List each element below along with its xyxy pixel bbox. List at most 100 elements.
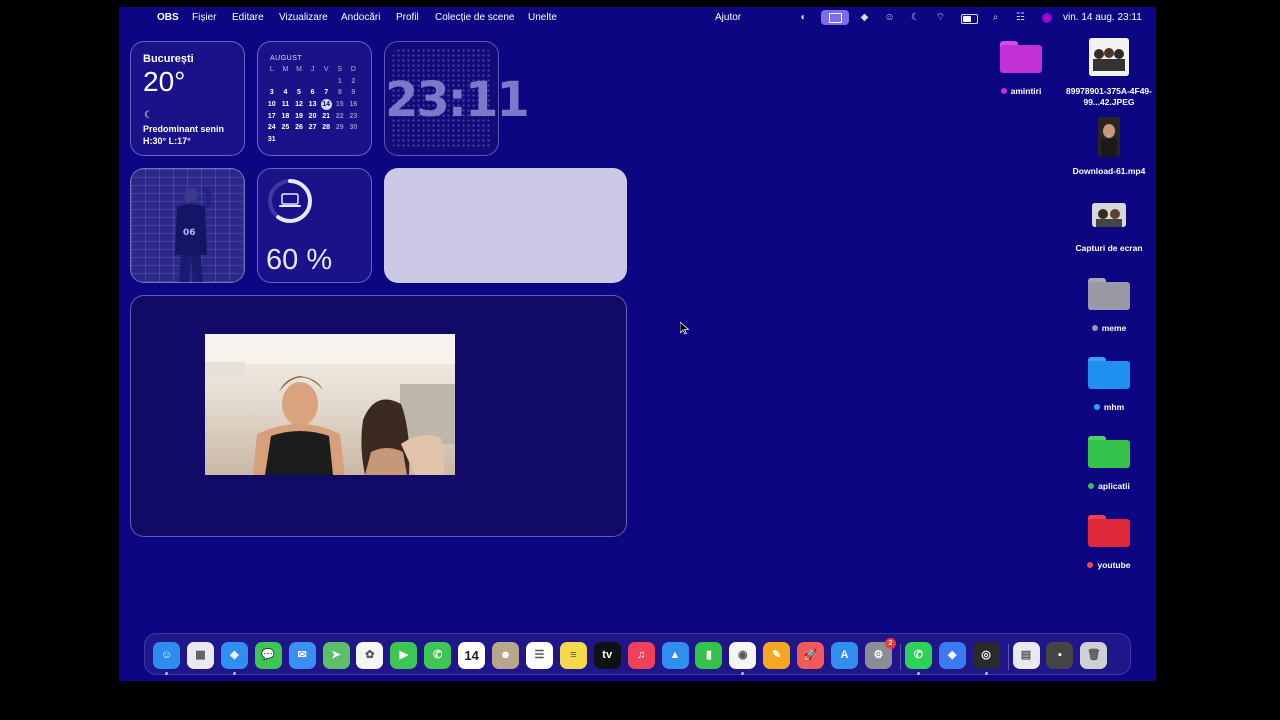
desktop-file-video[interactable]: Download-61.mp4	[1064, 117, 1154, 177]
apple-tv-icon[interactable]: tv	[593, 642, 621, 669]
contacts-icon[interactable]: ☻	[492, 642, 519, 669]
clock-widget[interactable]: 23:11	[384, 41, 530, 156]
desktop-icon-label: mhm	[1103, 402, 1125, 412]
tag-dot	[1091, 325, 1098, 331]
calendar-weekday: V	[323, 66, 329, 74]
calendar-day: 3	[269, 89, 274, 97]
music-icon[interactable]: ♫	[627, 642, 655, 669]
calendar-day: 13	[308, 101, 317, 109]
desktop-folder-aplicatii[interactable]: aplicatii	[1064, 436, 1154, 492]
calendar-day: 9	[351, 89, 356, 97]
bluetooth-icon[interactable]: ◆	[858, 12, 871, 23]
downloads-stack-icon[interactable]: ▪	[1046, 642, 1074, 669]
pages-icon[interactable]: ✎	[763, 642, 791, 669]
running-indicator	[984, 672, 988, 675]
calendar-grid: L M M J V S D 1 2 3 4 5 6 7 8 9 10 11 12 13 14 15 16 17 18 19 20 21…	[265, 64, 360, 145]
safari-icon[interactable]: ◈	[220, 642, 248, 669]
calendar-icon[interactable]: 14	[458, 642, 486, 669]
siri-icon[interactable]	[1042, 13, 1052, 23]
desktop-folder-meme[interactable]: meme	[1064, 278, 1154, 334]
wifi-icon[interactable]: ⌔	[934, 12, 947, 23]
tag-dot	[1088, 483, 1095, 489]
dock-separator	[899, 644, 901, 670]
launchpad-icon[interactable]: ▦	[186, 642, 214, 669]
desktop-file-jpeg[interactable]: 89978901-375A-4F49-99...42.JPEG	[1064, 38, 1154, 108]
photos-icon[interactable]: ✿	[356, 642, 384, 669]
calendar-day	[333, 134, 347, 146]
screen-share-icon[interactable]	[821, 10, 849, 25]
document-stack-icon[interactable]: ▤	[1012, 642, 1040, 669]
calendar-month: AUGUST	[270, 55, 303, 62]
menu-docks[interactable]: Andocări	[341, 12, 380, 23]
desktop-folder-youtube[interactable]: youtube	[1064, 515, 1154, 571]
calendar-day: 25	[281, 124, 290, 132]
facetime-icon[interactable]: ▶	[390, 642, 418, 669]
camera-preview-widget[interactable]	[130, 295, 627, 537]
system-settings-icon[interactable]: ⚙ 2	[864, 638, 896, 669]
menu-scene-collection[interactable]: Colecție de scene	[435, 12, 515, 23]
menu-view[interactable]: Vizualizare	[279, 12, 328, 23]
avatar-icon[interactable]: ☺	[883, 12, 896, 23]
blank-widget[interactable]	[384, 168, 627, 283]
menu-edit[interactable]: Editare	[232, 12, 264, 23]
menu-bar: OBS Fișier Editare Vizualizare Andocări …	[119, 7, 1156, 29]
tag-dot	[1000, 88, 1007, 94]
desktop-folder-screenshots[interactable]: Capturi de ecran	[1064, 203, 1154, 254]
desktop-folder-mhm[interactable]: mhm	[1064, 357, 1154, 413]
numbers-icon[interactable]: ▮	[695, 642, 723, 669]
folder-icon	[1088, 436, 1130, 468]
reminders-icon[interactable]: ☰	[525, 642, 553, 669]
folder-icon	[1088, 357, 1130, 389]
menu-app-name[interactable]: OBS	[157, 12, 179, 23]
menu-file[interactable]: Fișier	[192, 12, 216, 23]
whatsapp-icon[interactable]: ✆	[904, 642, 932, 669]
photo-widget[interactable]: 06	[130, 168, 245, 283]
maps-icon[interactable]: ➤	[322, 642, 350, 669]
rocket-typist-icon[interactable]: 🚀	[797, 642, 825, 669]
calendar-day	[306, 134, 320, 146]
calendar-day: 28	[322, 124, 331, 132]
weather-high-low: H:30° L:17°	[143, 136, 191, 146]
calendar-day: 19	[295, 112, 303, 120]
mail-icon[interactable]: ✉	[288, 642, 316, 669]
notification-badge: 2	[884, 638, 896, 649]
battery-widget[interactable]: 60 %	[257, 168, 372, 283]
menu-clock[interactable]: vin. 14 aug. 23:11	[1063, 12, 1142, 23]
calendar-day	[319, 76, 333, 88]
notes-icon[interactable]: ≡	[559, 642, 587, 669]
chrome-icon[interactable]: ◉	[729, 642, 757, 669]
search-icon[interactable]: ⌕	[989, 12, 1002, 23]
weather-widget[interactable]: București 20° ☾ Predominant senin H:30° …	[130, 41, 245, 156]
obs-app-icon[interactable]: ◎	[972, 642, 1000, 669]
keynote-icon[interactable]: ▲	[661, 642, 689, 669]
battery-icon[interactable]	[961, 14, 978, 24]
calendar-day	[347, 134, 361, 146]
calendar-day	[292, 76, 306, 88]
control-center-icon[interactable]: ☷	[1014, 12, 1027, 23]
obs-icon[interactable]: ◐	[797, 12, 810, 23]
menu-help[interactable]: Ajutor	[715, 12, 741, 23]
trash-icon[interactable]: 🗑	[1080, 642, 1108, 669]
calendar-day	[279, 76, 293, 88]
weather-temperature: 20°	[143, 66, 186, 97]
moon-icon[interactable]: ☾	[909, 12, 922, 23]
weather-city: București	[143, 53, 194, 65]
app-store-icon[interactable]: A	[831, 642, 858, 669]
remote-desktop-icon[interactable]: ◆	[938, 642, 966, 669]
calendar-day: 27	[308, 124, 317, 132]
calendar-weekday: D	[350, 66, 356, 74]
svg-text:06: 06	[183, 228, 196, 238]
battery-ring	[268, 179, 312, 223]
calendar-widget[interactable]: AUGUST L M M J V S D 1 2 3 4 5 6 7 8 9 10 11 12 13 14 15 16 17 1…	[257, 41, 372, 156]
messages-icon[interactable]: 💬	[254, 642, 282, 669]
menu-tools[interactable]: Unelte	[528, 12, 557, 23]
menu-profile[interactable]: Profil	[396, 12, 419, 23]
laptop-icon	[279, 193, 301, 207]
desktop-folder-amintiri[interactable]: amintiri	[976, 41, 1066, 97]
calendar-weekday: M	[296, 66, 302, 74]
finder-icon[interactable]: ☺	[153, 642, 180, 669]
calendar-day: 2	[351, 77, 356, 85]
phone-icon[interactable]: ✆	[424, 642, 452, 669]
calendar-weekday: J	[310, 66, 315, 74]
calendar-day: 21	[322, 112, 331, 120]
